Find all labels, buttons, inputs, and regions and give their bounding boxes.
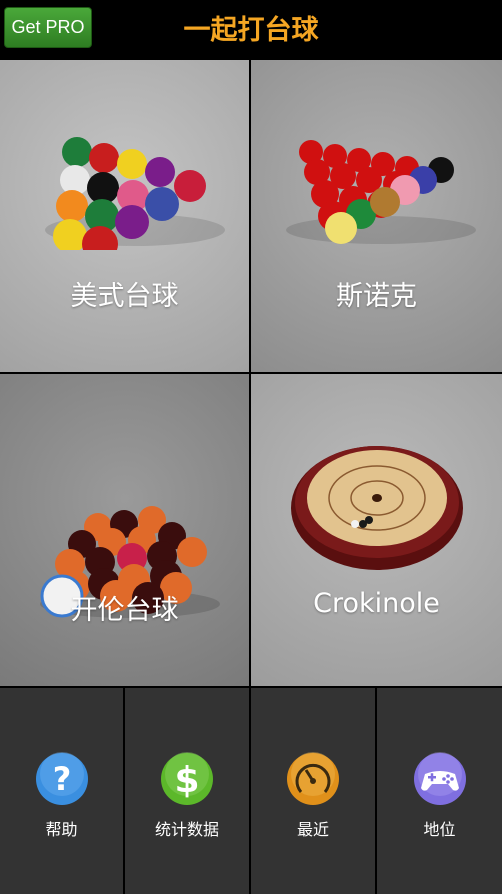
statistics-label: 统计数据 <box>154 820 219 839</box>
recent-button[interactable]: 最近 <box>251 688 375 894</box>
game-tile-pool[interactable]: 美式台球 <box>0 60 249 372</box>
status-button[interactable]: 地位 <box>377 688 502 894</box>
dollar-icon: $ <box>161 752 213 805</box>
help-button[interactable]: ? 帮助 <box>0 688 123 894</box>
game-grid: 美式台球 斯诺克 开伦台球 Crokinole <box>0 60 502 686</box>
statistics-button[interactable]: $ 统计数据 <box>125 688 249 894</box>
clock-icon <box>287 752 339 805</box>
game-label: 开伦台球 <box>70 595 179 626</box>
game-tile-carom[interactable]: 开伦台球 <box>0 374 249 686</box>
svg-text:?: ? <box>52 760 71 798</box>
game-tile-snooker[interactable]: 斯诺克 <box>251 60 502 372</box>
game-label: 斯诺克 <box>336 281 417 312</box>
help-label: 帮助 <box>45 820 78 839</box>
top-bar: Get PRO 一起打台球 <box>0 0 502 60</box>
help-icon: ? <box>35 752 88 805</box>
bottom-nav: ? 帮助 $ 统计数据 最近 地位 <box>0 686 502 894</box>
status-label: 地位 <box>423 820 456 839</box>
game-tile-crokinole[interactable]: Crokinole <box>251 374 502 686</box>
game-label: Crokinole <box>313 588 440 619</box>
pool-balls-image <box>45 137 225 250</box>
snooker-balls-image <box>286 140 476 244</box>
svg-text:$: $ <box>174 760 199 801</box>
recent-label: 最近 <box>296 820 329 839</box>
app-title: 一起打台球 <box>183 15 319 46</box>
game-label: 美式台球 <box>70 281 179 312</box>
gamepad-icon <box>413 752 466 805</box>
